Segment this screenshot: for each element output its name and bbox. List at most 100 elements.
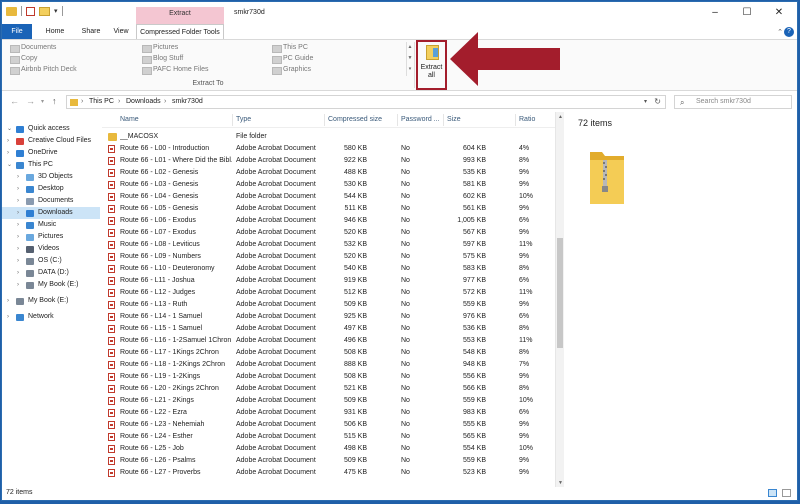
table-row[interactable]: Route 66 - L02 - Genesis Adobe Acrobat Do… <box>102 167 555 179</box>
tab-view[interactable]: View <box>106 24 136 39</box>
breadcrumb-this-pc[interactable]: This PC <box>89 98 114 105</box>
recent-locations-button[interactable]: ▾ <box>41 98 44 105</box>
table-row[interactable]: Route 66 - L25 - Job Adobe Acrobat Docume… <box>102 443 555 455</box>
minimize-button[interactable]: – <box>702 6 728 20</box>
chevron-right-icon[interactable]: › <box>17 279 19 291</box>
nav-item[interactable]: › 3D Objects <box>2 171 100 183</box>
details-view-icon[interactable] <box>768 489 777 497</box>
chevron-right-icon[interactable]: › <box>17 243 19 255</box>
vertical-scrollbar[interactable]: ▲ ▼ <box>555 112 564 488</box>
table-row[interactable]: Route 66 - L20 - 2Kings 2Chron Adobe Acro… <box>102 383 555 395</box>
nav-item[interactable]: › DATA (D:) <box>2 267 100 279</box>
column-size[interactable]: Size <box>447 116 461 123</box>
chevron-down-icon[interactable]: ⌄ <box>7 123 12 135</box>
table-row[interactable]: Route 66 - L14 - 1 Samuel Adobe Acrobat D… <box>102 311 555 323</box>
table-row[interactable]: Route 66 - L00 - Introduction Adobe Acrob… <box>102 143 555 155</box>
table-row[interactable]: Route 66 - L01 - Where Did the Bibl... Ad… <box>102 155 555 167</box>
table-row[interactable]: Route 66 - L08 - Leviticus Adobe Acrobat … <box>102 239 555 251</box>
search-box[interactable]: ⌕ Search smkr730d <box>674 95 792 109</box>
nav-item[interactable]: › OneDrive <box>2 147 100 159</box>
table-row[interactable]: Route 66 - L23 - Nehemiah Adobe Acrobat D… <box>102 419 555 431</box>
destination-airbnb-pitch-deck[interactable]: Airbnb Pitch Deck <box>10 65 77 75</box>
scrollbar-thumb[interactable] <box>557 238 563 348</box>
chevron-right-icon[interactable]: › <box>17 255 19 267</box>
table-row[interactable]: Route 66 - L03 - Genesis Adobe Acrobat Do… <box>102 179 555 191</box>
chevron-right-icon[interactable]: › <box>17 231 19 243</box>
help-icon[interactable]: ? <box>784 27 794 37</box>
chevron-right-icon[interactable]: › <box>17 267 19 279</box>
table-row[interactable]: Route 66 - L07 - Exodus Adobe Acrobat Doc… <box>102 227 555 239</box>
chevron-right-icon[interactable]: › <box>17 207 19 219</box>
nav-item[interactable]: › Downloads <box>2 207 100 219</box>
destination-blog-stuff[interactable]: Blog Stuff <box>142 54 183 64</box>
destination-pc-guide[interactable]: PC Guide <box>272 54 313 64</box>
back-button[interactable]: ← <box>10 96 19 106</box>
column-password[interactable]: Password ... <box>401 116 440 123</box>
large-icons-view-icon[interactable] <box>782 489 791 497</box>
table-row[interactable]: Route 66 - L04 - Genesis Adobe Acrobat Do… <box>102 191 555 203</box>
scroll-down-icon[interactable]: ▼ <box>556 480 565 486</box>
tab-home[interactable]: Home <box>38 24 72 39</box>
extract-all-button[interactable]: Extract all <box>416 40 447 90</box>
up-button[interactable]: ↑ <box>52 96 57 106</box>
nav-item[interactable]: › Videos <box>2 243 100 255</box>
breadcrumb-downloads[interactable]: Downloads <box>126 98 161 105</box>
destination-copy[interactable]: Copy <box>10 54 37 64</box>
tab-share[interactable]: Share <box>74 24 108 39</box>
table-row[interactable]: Route 66 - L18 - 1-2Kings 2Chron Adobe Ac… <box>102 359 555 371</box>
table-row[interactable]: Route 66 - L24 - Esther Adobe Acrobat Doc… <box>102 431 555 443</box>
column-compressed-size[interactable]: Compressed size <box>328 116 382 123</box>
maximize-button[interactable]: ☐ <box>734 6 760 20</box>
table-row[interactable]: Route 66 - L27 - Proverbs Adobe Acrobat D… <box>102 467 555 479</box>
table-row[interactable]: Route 66 - L06 - Exodus Adobe Acrobat Doc… <box>102 215 555 227</box>
table-row[interactable]: Route 66 - L17 - 1Kings 2Chron Adobe Acro… <box>102 347 555 359</box>
destination-this-pc[interactable]: This PC <box>272 43 308 53</box>
scroll-up-icon[interactable]: ▲ <box>556 114 565 120</box>
column-name[interactable]: Name <box>120 116 139 123</box>
collapse-ribbon-icon[interactable]: ⌃ <box>777 28 783 36</box>
table-row[interactable]: Route 66 - L09 - Numbers Adobe Acrobat Do… <box>102 251 555 263</box>
destination-pictures[interactable]: Pictures <box>142 43 178 53</box>
chevron-right-icon[interactable]: › <box>17 219 19 231</box>
table-row[interactable]: __MACOSX File folder <box>102 131 555 143</box>
chevron-right-icon[interactable]: › <box>17 171 19 183</box>
chevron-right-icon[interactable]: › <box>7 135 9 147</box>
chevron-right-icon[interactable]: › <box>17 195 19 207</box>
table-row[interactable]: Route 66 - L26 - Psalms Adobe Acrobat Doc… <box>102 455 555 467</box>
table-row[interactable]: Route 66 - L13 - Ruth Adobe Acrobat Docum… <box>102 299 555 311</box>
tab-file[interactable]: File <box>2 24 32 39</box>
chevron-right-icon[interactable]: › <box>7 147 9 159</box>
column-ratio[interactable]: Ratio <box>519 116 535 123</box>
nav-item[interactable]: › Creative Cloud Files <box>2 135 100 147</box>
properties-icon[interactable] <box>26 6 35 16</box>
table-row[interactable]: Route 66 - L05 - Genesis Adobe Acrobat Do… <box>102 203 555 215</box>
nav-item[interactable]: › Music <box>2 219 100 231</box>
forward-button[interactable]: → <box>26 96 35 106</box>
chevron-down-icon[interactable]: ⌄ <box>7 159 12 171</box>
table-row[interactable]: Route 66 - L15 - 1 Samuel Adobe Acrobat D… <box>102 323 555 335</box>
destination-graphics[interactable]: Graphics <box>272 65 311 75</box>
refresh-icon[interactable]: ↻ <box>654 97 661 106</box>
nav-item[interactable]: › My Book (E:) <box>2 279 100 291</box>
chevron-right-icon[interactable]: › <box>7 311 9 323</box>
address-dropdown-icon[interactable]: ▾ <box>644 98 647 105</box>
nav-item[interactable]: › Pictures <box>2 231 100 243</box>
chevron-right-icon[interactable]: › <box>7 295 9 307</box>
table-row[interactable]: Route 66 - L19 - 1-2Kings Adobe Acrobat D… <box>102 371 555 383</box>
destination-pafc-home-files[interactable]: PAFC Home Files <box>142 65 209 75</box>
column-type[interactable]: Type <box>236 116 251 123</box>
tab-compressed-folder-tools[interactable]: Compressed Folder Tools <box>136 24 224 40</box>
gallery-scroll[interactable]: ▲ ▼ ▾ <box>406 42 413 76</box>
table-row[interactable]: Route 66 - L11 - Joshua Adobe Acrobat Doc… <box>102 275 555 287</box>
destination-documents[interactable]: Documents <box>10 43 56 53</box>
close-button[interactable]: ✕ <box>766 6 792 20</box>
nav-item[interactable]: › Documents <box>2 195 100 207</box>
chevron-right-icon[interactable]: › <box>17 183 19 195</box>
address-bar[interactable]: › This PC › Downloads › smkr730d ▾ ↻ <box>66 95 666 109</box>
table-row[interactable]: Route 66 - L22 - Ezra Adobe Acrobat Docum… <box>102 407 555 419</box>
nav-item[interactable]: ⌄ This PC <box>2 159 100 171</box>
table-row[interactable]: Route 66 - L12 - Judges Adobe Acrobat Doc… <box>102 287 555 299</box>
nav-item[interactable]: › OS (C:) <box>2 255 100 267</box>
new-folder-icon[interactable] <box>39 6 50 16</box>
nav-item[interactable]: › Desktop <box>2 183 100 195</box>
